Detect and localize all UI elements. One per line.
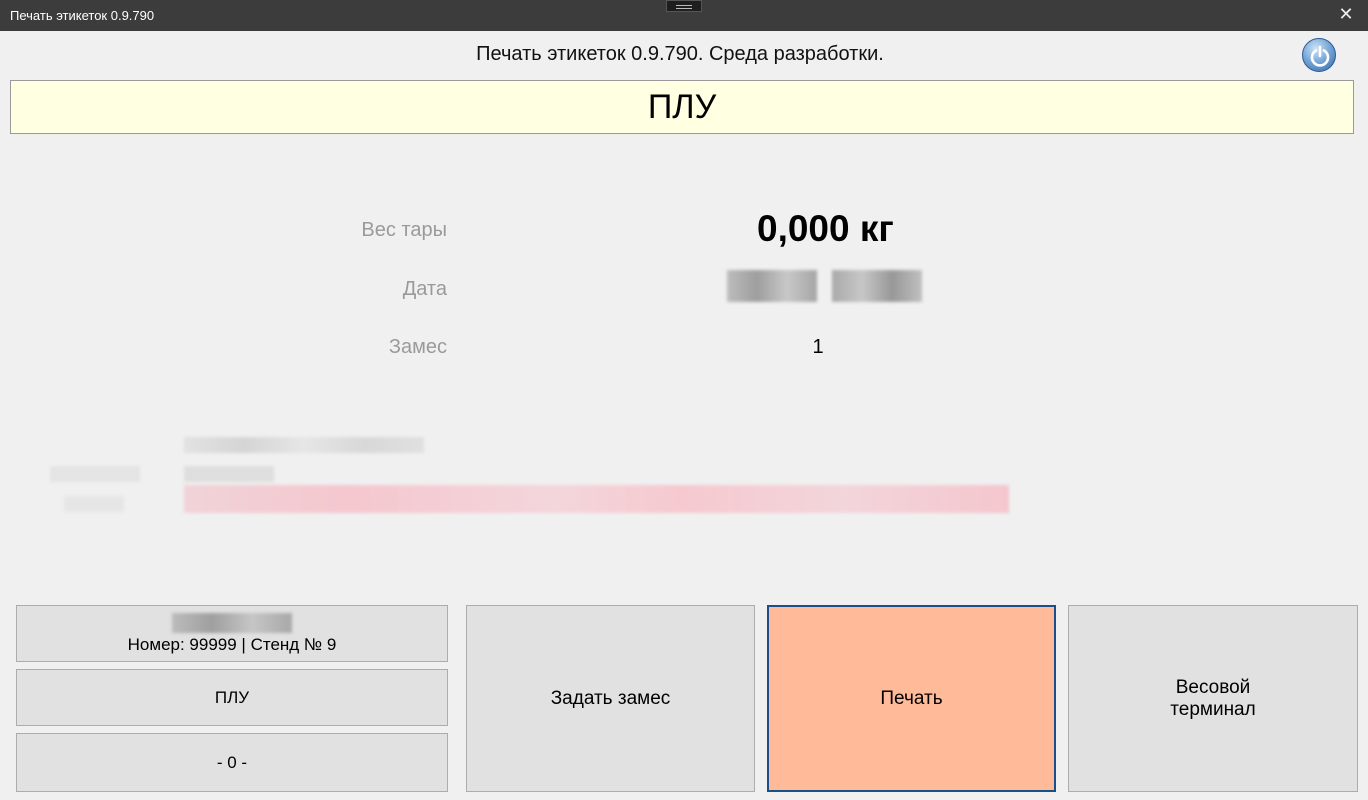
redacted-label-2: [64, 496, 124, 512]
app-header-title: Печать этикеток 0.9.790. Среда разработк…: [476, 43, 884, 65]
scale-terminal-label-line2: терминал: [1170, 698, 1256, 720]
set-batch-button[interactable]: Задать замес: [466, 605, 755, 792]
redacted-user-name: [172, 612, 292, 633]
scale-terminal-button[interactable]: Весовой терминал: [1068, 605, 1358, 792]
user-info-label: Номер: 99999 | Стенд № 9: [127, 634, 337, 654]
set-batch-label: Задать замес: [550, 687, 671, 709]
counter-button-label: - 0 -: [216, 752, 248, 772]
window-title: Печать этикеток 0.9.790: [10, 8, 155, 23]
batch-value: 1: [812, 336, 824, 358]
redacted-product-name: [184, 437, 424, 453]
print-label: Печать: [880, 687, 943, 709]
title-bar: Печать этикеток 0.9.790 ✕: [0, 0, 1368, 31]
plu-button-label: ПЛУ: [214, 687, 250, 707]
counter-button[interactable]: - 0 -: [16, 733, 448, 792]
scale-terminal-label-line1: Весовой: [1175, 676, 1251, 698]
redacted-value-2: [184, 485, 1009, 513]
plu-button[interactable]: ПЛУ: [16, 669, 448, 726]
user-info-button[interactable]: Номер: 99999 | Стенд № 9: [16, 605, 448, 662]
batch-label: Замес: [388, 336, 447, 358]
tare-weight-label: Вес тары: [361, 219, 447, 241]
redacted-value-1: [184, 466, 274, 482]
date-label: Дата: [402, 278, 447, 300]
close-button[interactable]: ✕: [1336, 4, 1356, 25]
tare-weight-value: 0,000 кг: [757, 208, 894, 249]
drag-handle-icon[interactable]: [666, 0, 702, 12]
print-button[interactable]: Печать: [767, 605, 1056, 792]
mode-banner: ПЛУ: [10, 80, 1354, 134]
redacted-label-1: [50, 466, 140, 482]
power-icon[interactable]: [1302, 38, 1336, 72]
date-value-redacted: [727, 270, 922, 302]
